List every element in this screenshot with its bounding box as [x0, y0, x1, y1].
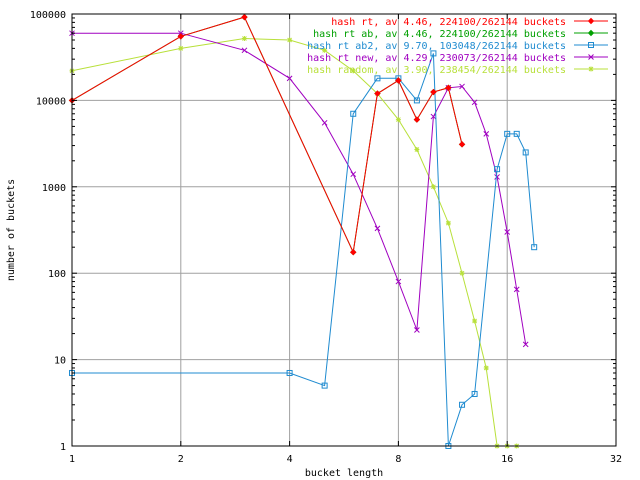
series-5 [69, 36, 520, 449]
data-point [241, 36, 247, 42]
series-line [72, 32, 527, 345]
data-point [178, 45, 184, 51]
legend-label: hash rt ab2, av 9.70, 103048/262144 buck… [307, 41, 566, 52]
data-point [459, 270, 465, 276]
data-point [458, 141, 466, 148]
series-4 [69, 30, 529, 348]
y-tick-label: 100000 [30, 10, 66, 21]
y-tick-label: 10000 [36, 96, 66, 107]
data-point [445, 220, 451, 226]
grid-lines [72, 14, 616, 446]
y-tick-label: 1000 [42, 183, 66, 194]
x-tick-label: 8 [395, 454, 401, 465]
y-tick-label: 100 [48, 269, 66, 280]
legend-entry: hash rt ab2, av 9.70, 103048/262144 buck… [307, 41, 608, 52]
series-layer [68, 13, 538, 449]
data-point [483, 365, 489, 371]
data-point [587, 29, 595, 37]
legend-entry: hash rt ab, av 4.46, 224100/262144 bucke… [313, 29, 608, 40]
data-point [321, 119, 328, 126]
data-point [350, 171, 357, 178]
x-tick-label: 2 [178, 454, 184, 465]
data-point [395, 117, 401, 123]
series-3 [69, 50, 538, 449]
legend-label: hash random, av 3.90, 238454/262144 buck… [307, 65, 566, 76]
legend-entry: hash random, av 3.90, 238454/262144 buck… [307, 65, 608, 76]
y-axis-label: number of buckets [6, 179, 17, 281]
data-point [414, 147, 420, 153]
legend-entry: hash rt new, av 4.29, 230073/262144 buck… [307, 53, 608, 64]
legend: hash rt, av 4.46, 224100/262144 bucketsh… [307, 17, 608, 76]
data-point [430, 184, 436, 190]
data-point [241, 13, 248, 21]
x-tick-label: 1 [69, 454, 75, 465]
data-point [287, 37, 293, 43]
legend-label: hash rt, av 4.46, 224100/262144 buckets [331, 17, 566, 28]
legend-label: hash rt new, av 4.29, 230073/262144 buck… [307, 53, 566, 64]
data-point [588, 66, 594, 72]
y-tick-label: 10 [54, 356, 66, 367]
data-point [413, 116, 421, 123]
series-line [72, 53, 535, 447]
chart: 1 2 4 8 16 32 1 10 100 1000 10000 100000 bucket len… [6, 10, 622, 479]
data-point [472, 318, 478, 324]
data-point [350, 248, 357, 256]
plot-frame [71, 13, 617, 447]
data-point [587, 17, 595, 25]
legend-label: hash rt ab, av 4.46, 224100/262144 bucke… [313, 29, 566, 40]
series-line [71, 37, 517, 447]
x-axis-label: bucket length [305, 468, 383, 479]
y-tick-label: 1 [60, 442, 66, 453]
legend-entry: hash rt, av 4.46, 224100/262144 buckets [331, 17, 608, 28]
x-tick-label: 32 [610, 454, 622, 465]
x-tick-label: 4 [287, 454, 293, 465]
x-tick-label: 16 [501, 454, 513, 465]
data-point [374, 225, 381, 232]
